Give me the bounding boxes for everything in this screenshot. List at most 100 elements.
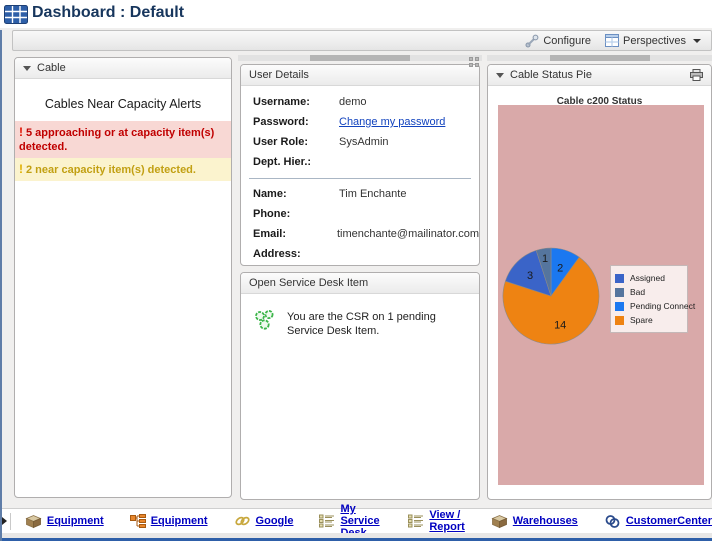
service-desk-gears-icon <box>253 308 277 338</box>
cable-status-pie-panel: Cable Status Pie Cable c200 Status 21431… <box>487 64 712 500</box>
service-desk-message: You are the CSR on 1 pending Service Des… <box>287 308 465 338</box>
print-icon[interactable] <box>690 69 703 81</box>
legend-item-bad: Bad <box>615 285 683 299</box>
collapse-arrow-icon[interactable] <box>23 66 31 71</box>
perspectives-button[interactable]: Perspectives <box>605 34 701 47</box>
alert-exclamation-icon: ! <box>19 162 23 176</box>
app-header: Dashboard : Default <box>0 0 712 28</box>
page-title: Dashboard : Default <box>32 4 184 22</box>
cable-panel-title: Cable <box>37 62 66 74</box>
field-value: timenchante@mailinator.com <box>337 224 479 244</box>
perspectives-label: Perspectives <box>623 35 686 47</box>
legend-label: Bad <box>630 287 645 297</box>
user-details-title: User Details <box>249 69 309 81</box>
shortcut-equipment-1[interactable]: Equipment <box>25 514 104 529</box>
legend-item-assigned: Assigned <box>615 271 683 285</box>
shortcut-link[interactable]: CustomerCenter <box>626 515 712 527</box>
pie-data-label: 14 <box>554 319 566 331</box>
capacity-alert-critical: !5 approaching or at capacity item(s) de… <box>15 121 231 158</box>
field-row-username: Username: demo <box>241 92 479 112</box>
drag-handle-icon[interactable] <box>469 57 479 67</box>
shortcut-equipment-2[interactable]: Equipment <box>130 514 208 528</box>
legend-swatch <box>615 288 624 297</box>
chevron-down-icon <box>693 39 701 43</box>
field-row-user-role: User Role: SysAdmin <box>241 132 479 152</box>
contact-fields: Name: Tim Enchante Phone: Email: timench… <box>241 184 479 264</box>
pie-plot-area: 2 14 31 Assigned Bad Pending Connect Spare <box>498 105 704 485</box>
configure-button[interactable]: Configure <box>525 34 591 48</box>
splitter-thumb-icon[interactable] <box>310 55 410 61</box>
service-desk-title: Open Service Desk Item <box>249 277 368 289</box>
field-label: Name: <box>253 184 339 204</box>
change-password-link[interactable]: Change my password <box>339 112 445 132</box>
legend-swatch <box>615 274 624 283</box>
dashboard-grid-icon <box>4 5 28 24</box>
legend-label: Spare <box>630 315 653 325</box>
chart-legend: Assigned Bad Pending Connect Spare <box>610 265 688 333</box>
field-label: Dept. Hier.: <box>253 152 339 172</box>
alert-text: 5 approaching or at capacity item(s) det… <box>19 127 214 153</box>
field-value: Tim Enchante <box>339 184 406 204</box>
cable-alerts-heading: Cables Near Capacity Alerts <box>15 97 231 111</box>
list-icon <box>408 514 424 528</box>
shortcut-view-report[interactable]: View / Report <box>408 509 464 533</box>
shortcut-bar: Equipment Equipment Google <box>0 508 712 533</box>
capacity-alert-warning: !2 near capacity item(s) detected. <box>15 158 231 181</box>
pie-data-label: 1 <box>542 253 548 265</box>
field-label: User Role: <box>253 132 339 152</box>
service-desk-header[interactable]: Open Service Desk Item <box>241 273 479 294</box>
expand-arrow-icon <box>2 517 7 525</box>
shortcut-warehouses[interactable]: Warehouses <box>491 514 578 529</box>
cable-panel-header[interactable]: Cable <box>15 58 231 79</box>
shortcut-link[interactable]: View / Report <box>429 509 464 533</box>
perspectives-window-icon <box>605 34 619 47</box>
legend-label: Assigned <box>630 273 665 283</box>
package-icon <box>25 514 42 529</box>
pie-panel-header[interactable]: Cable Status Pie <box>488 65 711 86</box>
legend-label: Pending Connect <box>630 301 695 311</box>
column-splitter[interactable] <box>487 55 712 61</box>
user-details-panel: User Details Username: demo Password: Ch… <box>240 64 480 266</box>
pie-data-label: 2 <box>557 263 563 275</box>
hierarchy-icon <box>130 514 146 528</box>
field-value: demo <box>339 92 367 112</box>
service-desk-panel: Open Service Desk Item You are the CSR o… <box>240 272 480 500</box>
legend-item-spare: Spare <box>615 313 683 327</box>
column-splitter[interactable] <box>238 55 482 61</box>
field-value: SysAdmin <box>339 132 389 152</box>
right-column: Cable Status Pie Cable c200 Status 21431… <box>487 55 712 505</box>
account-fields: Username: demo Password: Change my passw… <box>241 86 479 172</box>
collapse-arrow-icon[interactable] <box>496 73 504 78</box>
pie-panel-title: Cable Status Pie <box>510 69 592 81</box>
shortcut-link[interactable]: Google <box>256 515 294 527</box>
list-icon <box>319 514 335 528</box>
wrench-icon <box>525 34 539 48</box>
legend-swatch <box>615 302 624 311</box>
field-row-phone: Phone: <box>241 204 479 224</box>
field-row-password: Password: Change my password <box>241 112 479 132</box>
field-label: Username: <box>253 92 339 112</box>
configure-label: Configure <box>543 35 591 47</box>
field-label: Phone: <box>253 204 339 224</box>
pie-data-label: 3 <box>527 270 533 282</box>
middle-column: User Details Username: demo Password: Ch… <box>238 55 482 505</box>
splitter-thumb-icon[interactable] <box>550 55 650 61</box>
field-row-name: Name: Tim Enchante <box>241 184 479 204</box>
chain-blue-icon <box>604 514 621 529</box>
shortcut-customercenter[interactable]: CustomerCenter <box>604 514 712 529</box>
shortcut-link[interactable]: Equipment <box>151 515 208 527</box>
field-label: Address: <box>253 244 339 264</box>
package-icon <box>491 514 508 529</box>
user-details-header[interactable]: User Details <box>241 65 479 86</box>
shortcut-link[interactable]: Warehouses <box>513 515 578 527</box>
shortcut-link[interactable]: Equipment <box>47 515 104 527</box>
section-divider <box>249 178 471 179</box>
shortcut-google[interactable]: Google <box>234 514 294 528</box>
field-row-address: Address: <box>241 244 479 264</box>
field-label: Email: <box>253 224 337 244</box>
alert-text: 2 near capacity item(s) detected. <box>26 164 196 176</box>
alert-exclamation-icon: ! <box>19 125 23 139</box>
field-row-email: Email: timenchante@mailinator.com <box>241 224 479 244</box>
field-label: Password: <box>253 112 339 132</box>
window-left-edge <box>0 30 2 541</box>
